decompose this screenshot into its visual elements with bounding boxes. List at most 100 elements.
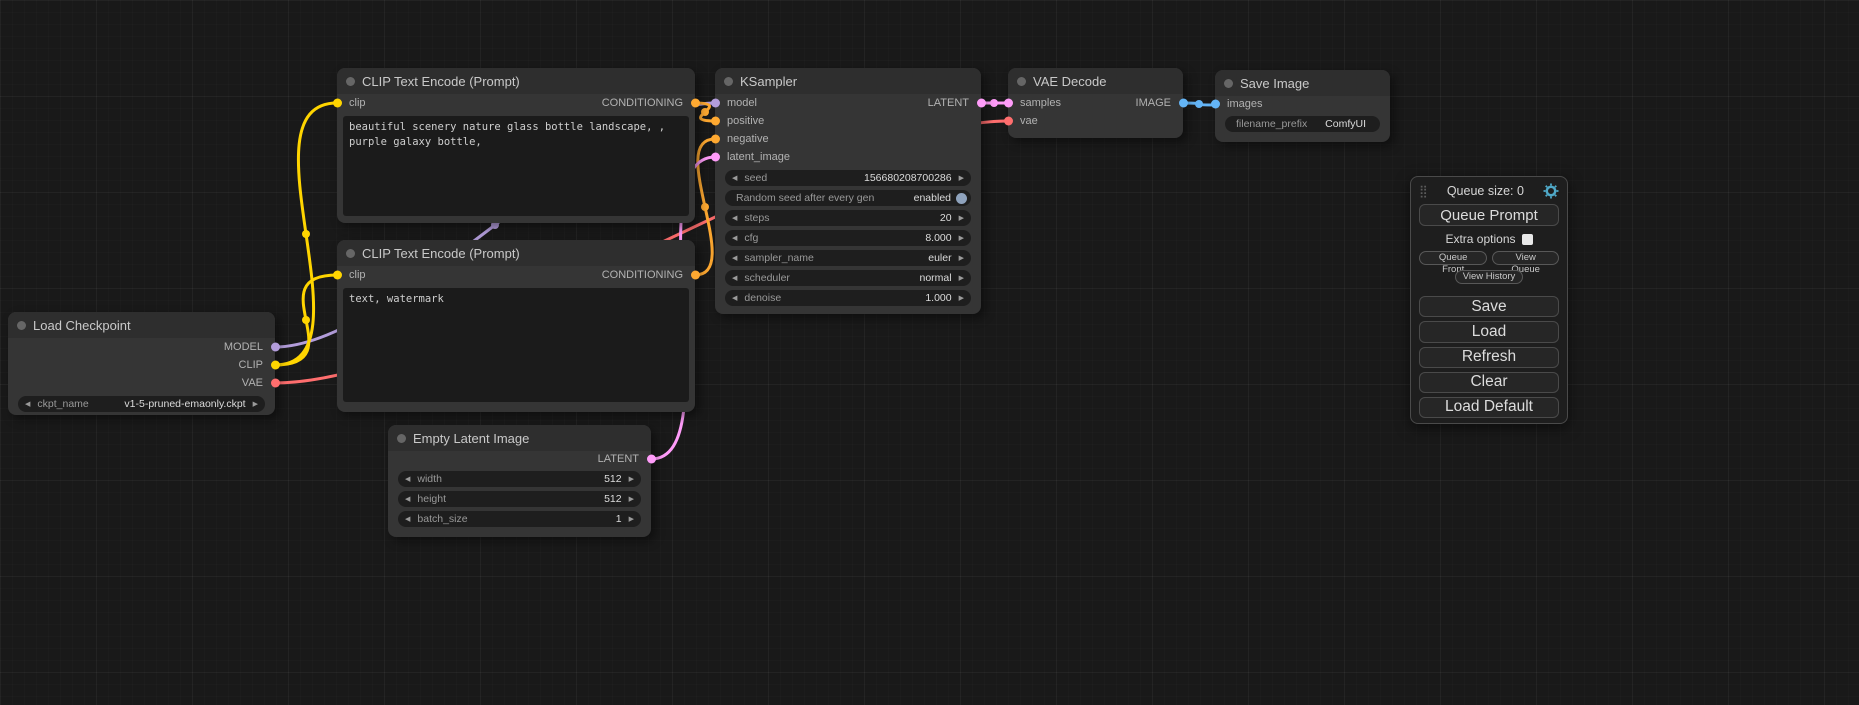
slot-row: clip CONDITIONING [337,94,695,112]
output-slot-vae: VAE [8,374,275,392]
widget-random-seed-toggle[interactable]: Random seed after every gen enabled [725,190,971,206]
widget-width[interactable]: ◀ width 512 ▶ [398,471,641,487]
widget-value: 156680208700286 [864,172,952,184]
increment-arrow-icon[interactable]: ▶ [959,175,964,182]
decrement-arrow-icon[interactable]: ◀ [405,496,410,503]
node-ksampler[interactable]: KSampler model LATENT positive negative … [715,68,981,314]
decrement-arrow-icon[interactable]: ◀ [732,175,737,182]
node-vae-decode[interactable]: VAE Decode samples IMAGE vae [1008,68,1183,138]
save-button[interactable]: Save [1419,296,1559,317]
node-status-dot-icon [397,434,406,443]
widget-cfg[interactable]: ◀ cfg 8.000 ▶ [725,230,971,246]
increment-arrow-icon[interactable]: ▶ [959,275,964,282]
input-pin-clip[interactable] [333,99,342,108]
node-title: Empty Latent Image [413,431,529,446]
widget-value: 1.000 [925,292,951,304]
node-title-bar[interactable]: KSampler [715,68,981,94]
increment-arrow-icon[interactable]: ▶ [629,476,634,483]
increment-arrow-icon[interactable]: ▶ [959,235,964,242]
widget-ckpt-name[interactable]: ◀ ckpt_name v1-5-pruned-emaonly.ckpt ▶ [18,396,265,412]
output-slot-latent: LATENT [388,451,651,467]
increment-arrow-icon[interactable]: ▶ [959,295,964,302]
input-pin-latent-image[interactable] [711,153,720,162]
load-default-button[interactable]: Load Default [1419,397,1559,418]
clear-button[interactable]: Clear [1419,372,1559,393]
input-slot-negative: negative [715,130,981,148]
queue-prompt-button[interactable]: Queue Prompt [1419,204,1559,226]
decrement-arrow-icon[interactable]: ◀ [732,255,737,262]
widget-label: sampler_name [744,252,813,264]
node-title-bar[interactable]: CLIP Text Encode (Prompt) [337,240,695,266]
decrement-arrow-icon[interactable]: ◀ [405,476,410,483]
widget-label: ckpt_name [37,398,88,410]
drag-handle-icon[interactable]: ⣿ [1419,185,1428,197]
node-graph-canvas[interactable]: Load Checkpoint MODEL CLIP VAE ◀ ckpt_na… [0,0,1859,705]
node-empty-latent-image[interactable]: Empty Latent Image LATENT ◀ width 512 ▶ … [388,425,651,537]
increment-arrow-icon[interactable]: ▶ [629,516,634,523]
queue-front-button[interactable]: Queue Front [1419,251,1487,265]
view-history-button[interactable]: View History [1455,270,1524,284]
node-title-bar[interactable]: Empty Latent Image [388,425,651,451]
input-pin-samples[interactable] [1004,99,1013,108]
increment-arrow-icon[interactable]: ▶ [629,496,634,503]
input-pin-positive[interactable] [711,117,720,126]
output-pin-latent[interactable] [647,455,656,464]
input-pin-negative[interactable] [711,135,720,144]
toggle-knob-icon[interactable] [956,193,967,204]
node-save-image[interactable]: Save Image images filename_prefix ComfyU… [1215,70,1390,142]
node-title-bar[interactable]: Load Checkpoint [8,312,275,338]
output-pin-conditioning[interactable] [691,271,700,280]
widget-steps[interactable]: ◀ steps 20 ▶ [725,210,971,226]
widget-scheduler[interactable]: ◀ scheduler normal ▶ [725,270,971,286]
view-queue-button[interactable]: View Queue [1492,251,1559,265]
extra-options-checkbox[interactable] [1522,234,1533,245]
decrement-arrow-icon[interactable]: ◀ [732,295,737,302]
decrement-arrow-icon[interactable]: ◀ [25,401,30,408]
increment-arrow-icon[interactable]: ▶ [959,215,964,222]
widget-height[interactable]: ◀ height 512 ▶ [398,491,641,507]
input-pin-images[interactable] [1211,100,1220,109]
decrement-arrow-icon[interactable]: ◀ [732,275,737,282]
widget-batch-size[interactable]: ◀ batch_size 1 ▶ [398,511,641,527]
output-pin-conditioning[interactable] [691,99,700,108]
output-pin-model[interactable] [271,343,280,352]
decrement-arrow-icon[interactable]: ◀ [732,215,737,222]
input-slot-label: positive [727,115,764,127]
widget-label: cfg [744,232,758,244]
input-slot-positive: positive [715,112,981,130]
gear-icon[interactable] [1543,183,1559,199]
decrement-arrow-icon[interactable]: ◀ [405,516,410,523]
node-title-bar[interactable]: VAE Decode [1008,68,1183,94]
node-title-bar[interactable]: CLIP Text Encode (Prompt) [337,68,695,94]
node-clip-text-encode-positive[interactable]: CLIP Text Encode (Prompt) clip CONDITION… [337,68,695,223]
widget-sampler-name[interactable]: ◀ sampler_name euler ▶ [725,250,971,266]
node-title-bar[interactable]: Save Image [1215,70,1390,96]
decrement-arrow-icon[interactable]: ◀ [732,235,737,242]
input-pin-model[interactable] [711,99,720,108]
node-clip-text-encode-negative[interactable]: CLIP Text Encode (Prompt) clip CONDITION… [337,240,695,412]
output-pin-vae[interactable] [271,379,280,388]
prompt-textarea[interactable]: beautiful scenery nature glass bottle la… [343,116,689,216]
widget-filename-prefix[interactable]: filename_prefix ComfyUI [1225,116,1380,132]
node-title: KSampler [740,74,797,89]
node-load-checkpoint[interactable]: Load Checkpoint MODEL CLIP VAE ◀ ckpt_na… [8,312,275,415]
node-status-dot-icon [346,77,355,86]
widget-seed[interactable]: ◀ seed 156680208700286 ▶ [725,170,971,186]
prompt-textarea[interactable]: text, watermark [343,288,689,402]
widget-value: enabled [914,192,951,204]
increment-arrow-icon[interactable]: ▶ [959,255,964,262]
refresh-button[interactable]: Refresh [1419,347,1559,368]
extra-options-label: Extra options [1445,232,1515,246]
queue-panel[interactable]: ⣿ Queue size: 0 [1410,176,1568,424]
input-pin-vae[interactable] [1004,117,1013,126]
load-button[interactable]: Load [1419,321,1559,342]
widget-denoise[interactable]: ◀ denoise 1.000 ▶ [725,290,971,306]
output-slot-label: CLIP [239,359,263,371]
output-pin-latent[interactable] [977,99,986,108]
input-pin-clip[interactable] [333,271,342,280]
output-pin-image[interactable] [1179,99,1188,108]
output-pin-clip[interactable] [271,361,280,370]
widget-value: 20 [940,212,952,224]
increment-arrow-icon[interactable]: ▶ [253,401,258,408]
node-status-dot-icon [17,321,26,330]
